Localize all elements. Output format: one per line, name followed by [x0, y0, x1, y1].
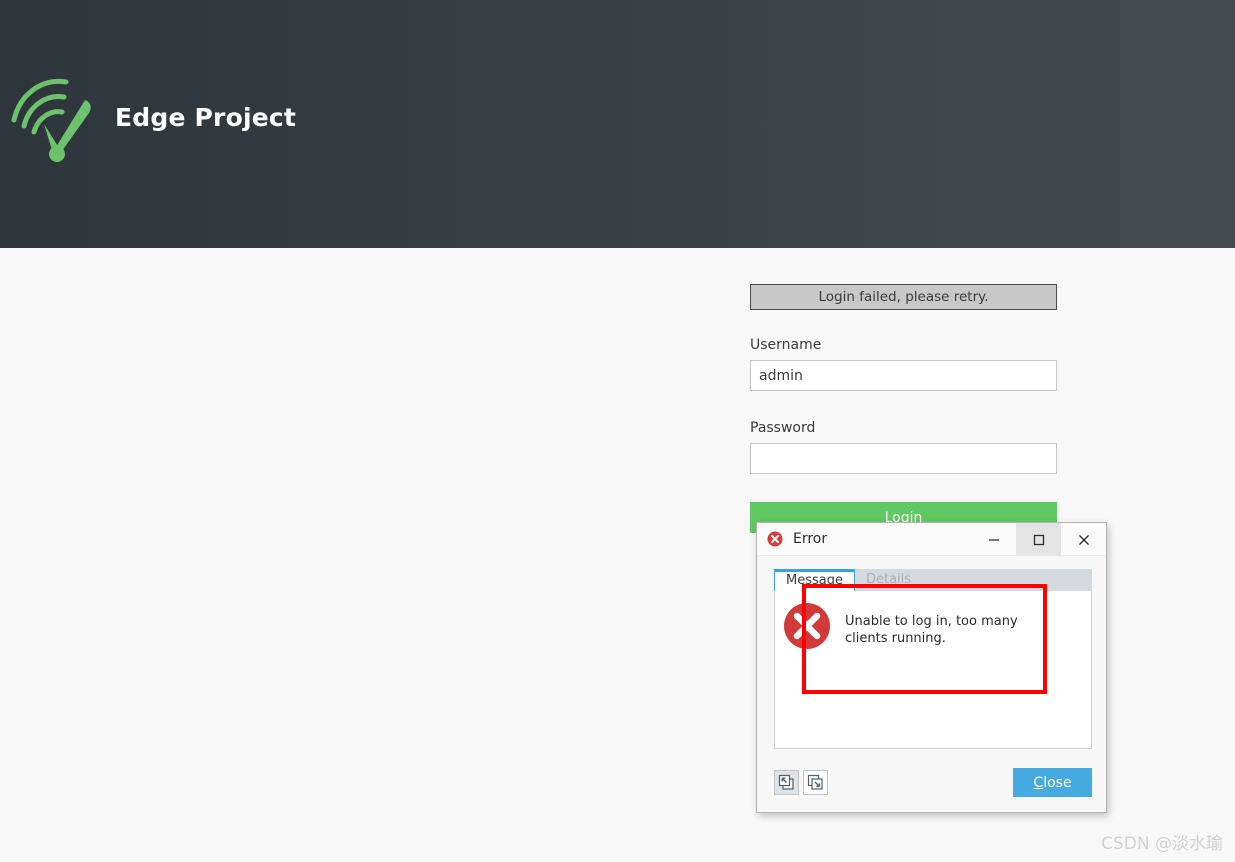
maximize-button[interactable] — [1016, 523, 1061, 556]
watermark: CSDN @淡水瑜 — [1101, 834, 1223, 854]
password-input[interactable] — [750, 443, 1057, 474]
copy-to-clipboard-button[interactable] — [774, 770, 799, 795]
dialog-body: Message Details Unable to log in, too ma… — [757, 556, 1106, 749]
page-header: Edge Project — [0, 0, 1235, 248]
close-x-icon — [1078, 534, 1089, 545]
login-error-alert: Login failed, please retry. — [750, 284, 1057, 310]
copy-all-icon — [807, 774, 823, 790]
error-circle-x-icon — [783, 602, 831, 650]
close-button[interactable]: Close — [1013, 768, 1092, 797]
error-circle-x-icon — [767, 531, 783, 547]
dialog-close-button[interactable] — [1061, 523, 1106, 556]
maximize-icon — [1033, 534, 1044, 545]
dialog-titlebar[interactable]: Error — [757, 523, 1106, 556]
login-form: Login failed, please retry. Username Pas… — [750, 284, 1057, 533]
minimize-button[interactable] — [971, 523, 1016, 556]
password-label: Password — [750, 420, 816, 436]
dialog-copy-buttons — [774, 770, 828, 795]
minimize-icon — [988, 538, 999, 541]
app-root: Edge Project Login failed, please retry.… — [0, 0, 1235, 862]
close-button-accesskey: C — [1033, 774, 1044, 791]
dialog-tab-strip: Message Details — [774, 569, 1092, 591]
tab-message[interactable]: Message — [774, 569, 855, 591]
dialog-message-text: Unable to log in, too many clients runni… — [845, 614, 1018, 646]
wifi-signal-checkmark-logo-icon — [10, 72, 100, 164]
close-button-label: lose — [1043, 774, 1072, 791]
tab-details: Details — [865, 572, 912, 587]
dialog-title: Error — [793, 531, 828, 547]
dialog-footer: Close — [757, 753, 1106, 812]
dialog-message-panel: Unable to log in, too many clients runni… — [774, 591, 1092, 749]
copy-all-button[interactable] — [803, 770, 828, 795]
copy-to-clipboard-icon — [778, 774, 794, 790]
username-input[interactable] — [750, 360, 1057, 391]
page-title: Edge Project — [115, 103, 297, 132]
window-controls — [971, 523, 1106, 556]
username-label: Username — [750, 337, 822, 353]
error-dialog: Error Message Details Unable to log in, … — [756, 522, 1107, 813]
